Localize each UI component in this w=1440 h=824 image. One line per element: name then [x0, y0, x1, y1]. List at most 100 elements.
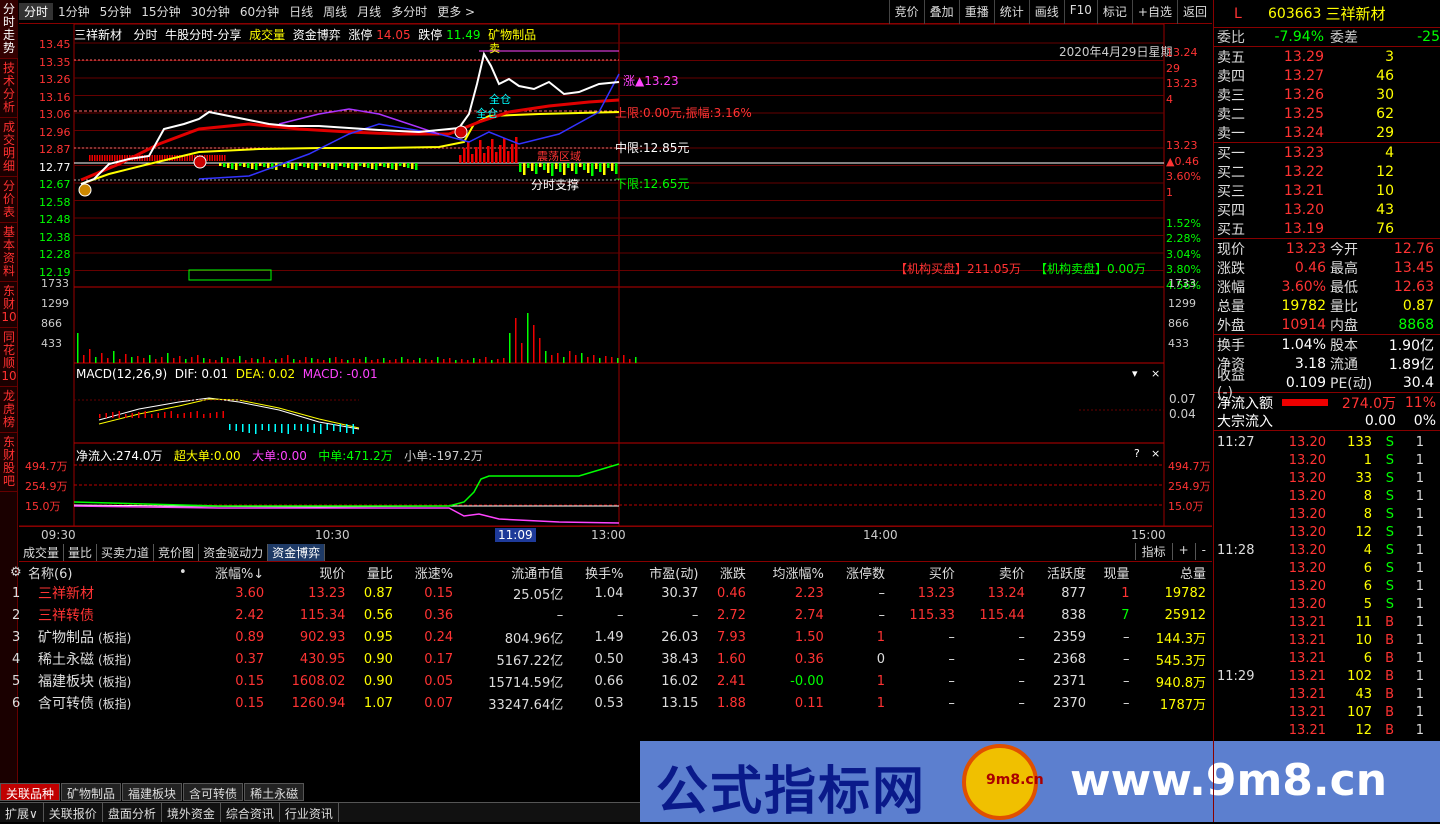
book-row[interactable]: 买一 13.23 4: [1214, 143, 1440, 162]
period-tab-7[interactable]: 周线: [318, 3, 352, 20]
status-tab-3[interactable]: 境外资金: [162, 803, 221, 822]
tick-count: 1: [1415, 722, 1424, 738]
period-tab-3[interactable]: 15分钟: [136, 3, 185, 20]
period-tab-4[interactable]: 30分钟: [186, 3, 235, 20]
book-row[interactable]: 卖三 13.26 30: [1214, 85, 1440, 104]
indicator-tab-3[interactable]: 竞价图: [154, 543, 200, 561]
stat-value-2: 0.87: [1402, 297, 1434, 314]
left-tab-8[interactable]: 东财股吧: [0, 433, 18, 492]
sector-tab-3[interactable]: 含可转债: [183, 783, 244, 801]
intraday-chart[interactable]: 卖 全仓 全仓 涨▲13.23 上限:0.00元,振幅:3.16% 中限:12.…: [19, 23, 1212, 544]
book-row[interactable]: 买三 13.21 10: [1214, 181, 1440, 200]
tool-button-4[interactable]: 画线: [1028, 0, 1064, 24]
table-row[interactable]: 3 矿物制品 (板指) 0.89 902.93 0.95 0.24 804.96亿 1.49 26…: [0, 626, 1212, 648]
col-header-12[interactable]: 买价: [891, 562, 961, 582]
period-tab-0[interactable]: 分时: [19, 3, 54, 20]
table-row[interactable]: 5 福建板块 (板指) 0.15 1608.02 0.90 0.05 15714.59亿 0.6…: [0, 670, 1212, 692]
settings-gear-icon[interactable]: ⚙: [0, 562, 28, 582]
col-header-3[interactable]: 现价: [270, 562, 351, 582]
period-tab-8[interactable]: 月线: [352, 3, 386, 20]
left-tab-4[interactable]: 基本资料: [0, 223, 18, 282]
period-tab-10[interactable]: 更多 >: [432, 3, 480, 20]
macd-collapse-icon[interactable]: ▾: [1132, 367, 1138, 380]
col-header-14[interactable]: 活跃度: [1031, 562, 1092, 582]
signal-bar: [156, 155, 158, 161]
left-tab-7[interactable]: 龙虎榜: [0, 387, 18, 433]
book-row[interactable]: 卖五 13.29 3: [1214, 47, 1440, 66]
signal-bar: [291, 163, 294, 169]
col-header-15[interactable]: 现量: [1092, 562, 1135, 582]
book-row[interactable]: 卖四 13.27 46: [1214, 66, 1440, 85]
tool-button-3[interactable]: 统计: [993, 0, 1029, 24]
col-header-11[interactable]: 涨停数: [830, 562, 891, 582]
period-tab-2[interactable]: 5分钟: [95, 3, 137, 20]
left-tab-6[interactable]: 同花顺10: [0, 328, 18, 387]
left-tab-1[interactable]: 技术分析: [0, 59, 18, 118]
flow-help-icon[interactable]: ?: [1134, 447, 1140, 460]
tool-button-5[interactable]: F10: [1063, 0, 1097, 24]
tool-button-2[interactable]: 重播: [958, 0, 994, 24]
signal-bar: [479, 140, 482, 163]
indicator-tab-4[interactable]: 资金驱动力: [199, 543, 269, 561]
stat-label-2: 股本: [1330, 337, 1358, 354]
sector-tab-0[interactable]: 关联品种: [0, 783, 61, 801]
period-tab-9[interactable]: 多分时: [386, 3, 432, 20]
flow-close-icon[interactable]: ×: [1151, 447, 1160, 460]
book-label: 卖五: [1217, 49, 1245, 66]
status-tab-2[interactable]: 盘面分析: [103, 803, 162, 822]
col-header-5[interactable]: 涨速%: [399, 562, 459, 582]
status-tab-5[interactable]: 行业资讯: [280, 803, 339, 822]
sector-tab-2[interactable]: 福建板块: [122, 783, 183, 801]
period-tab-5[interactable]: 60分钟: [235, 3, 284, 20]
col-header-9[interactable]: 涨跌: [704, 562, 751, 582]
period-tab-1[interactable]: 1分钟: [53, 3, 95, 20]
book-row[interactable]: 买五 13.19 76: [1214, 219, 1440, 238]
book-qty: 76: [1376, 220, 1394, 237]
col-header-13[interactable]: 卖价: [961, 562, 1031, 582]
col-header-4[interactable]: 量比: [351, 562, 398, 582]
sector-tab-4[interactable]: 稀土永磁: [244, 783, 305, 801]
tool-button-0[interactable]: 竞价: [888, 0, 924, 24]
status-tab-0[interactable]: 扩展∨: [0, 803, 44, 822]
indicator-tab-0[interactable]: 成交量: [19, 543, 65, 561]
tool-button-6[interactable]: 标记: [1096, 0, 1132, 24]
book-row[interactable]: 卖一 13.24 29: [1214, 123, 1440, 142]
table-row[interactable]: 1 三祥新材 3.60 13.23 0.87 0.15 25.05亿 1.04 30.37 0.4…: [0, 582, 1212, 604]
indicator-tab-5[interactable]: 资金博弈: [268, 543, 326, 561]
col-header-1[interactable]: •: [177, 562, 196, 582]
tool-button-1[interactable]: 叠加: [923, 0, 959, 24]
volume-bar: [269, 360, 271, 363]
indicator-tab-1[interactable]: 量比: [64, 543, 98, 561]
indicator-tab-2[interactable]: 买卖力道: [97, 543, 155, 561]
signal-bar: [189, 155, 191, 161]
left-tab-2[interactable]: 成交明细: [0, 118, 18, 177]
sector-tab-1[interactable]: 矿物制品: [61, 783, 122, 801]
period-tab-6[interactable]: 日线: [284, 3, 318, 20]
left-tab-0[interactable]: 分时走势: [0, 0, 18, 59]
book-qty: 10: [1376, 182, 1394, 199]
table-row[interactable]: 6 含可转债 (板指) 0.15 1260.94 1.07 0.07 33247.64亿 0.5…: [0, 692, 1212, 714]
status-tab-1[interactable]: 关联报价: [44, 803, 103, 822]
col-header-2[interactable]: 涨幅%↓: [195, 562, 270, 582]
status-tab-4[interactable]: 综合资讯: [221, 803, 280, 822]
book-row[interactable]: 买二 13.22 12: [1214, 162, 1440, 181]
col-header-16[interactable]: 总量: [1136, 562, 1212, 582]
indicator-control-0[interactable]: 指标: [1134, 543, 1172, 560]
table-row[interactable]: 4 稀土永磁 (板指) 0.37 430.95 0.90 0.17 5167.22亿 0.50 3…: [0, 648, 1212, 670]
col-header-0[interactable]: 名称(6): [28, 562, 177, 582]
tool-button-7[interactable]: +自选: [1131, 0, 1177, 24]
book-row[interactable]: 买四 13.20 43: [1214, 200, 1440, 219]
tool-button-8[interactable]: 返回: [1176, 0, 1212, 24]
col-header-6[interactable]: 流通市值: [459, 562, 569, 582]
col-header-8[interactable]: 市盈(动): [629, 562, 704, 582]
macd-close-icon[interactable]: ×: [1151, 367, 1160, 380]
left-tab-5[interactable]: 东财10: [0, 282, 18, 328]
book-row[interactable]: 卖二 13.25 62: [1214, 104, 1440, 123]
table-row[interactable]: 2 三祥转债 2.42 115.34 0.56 0.36 – – – 2.72 2.74 – 115.3…: [0, 604, 1212, 626]
col-header-7[interactable]: 换手%: [569, 562, 629, 582]
indicator-control-2[interactable]: -: [1194, 543, 1212, 560]
indicator-control-1[interactable]: +: [1171, 543, 1195, 560]
book-price: 13.19: [1283, 220, 1324, 237]
left-tab-3[interactable]: 分价表: [0, 177, 18, 223]
col-header-10[interactable]: 均涨幅%: [752, 562, 830, 582]
